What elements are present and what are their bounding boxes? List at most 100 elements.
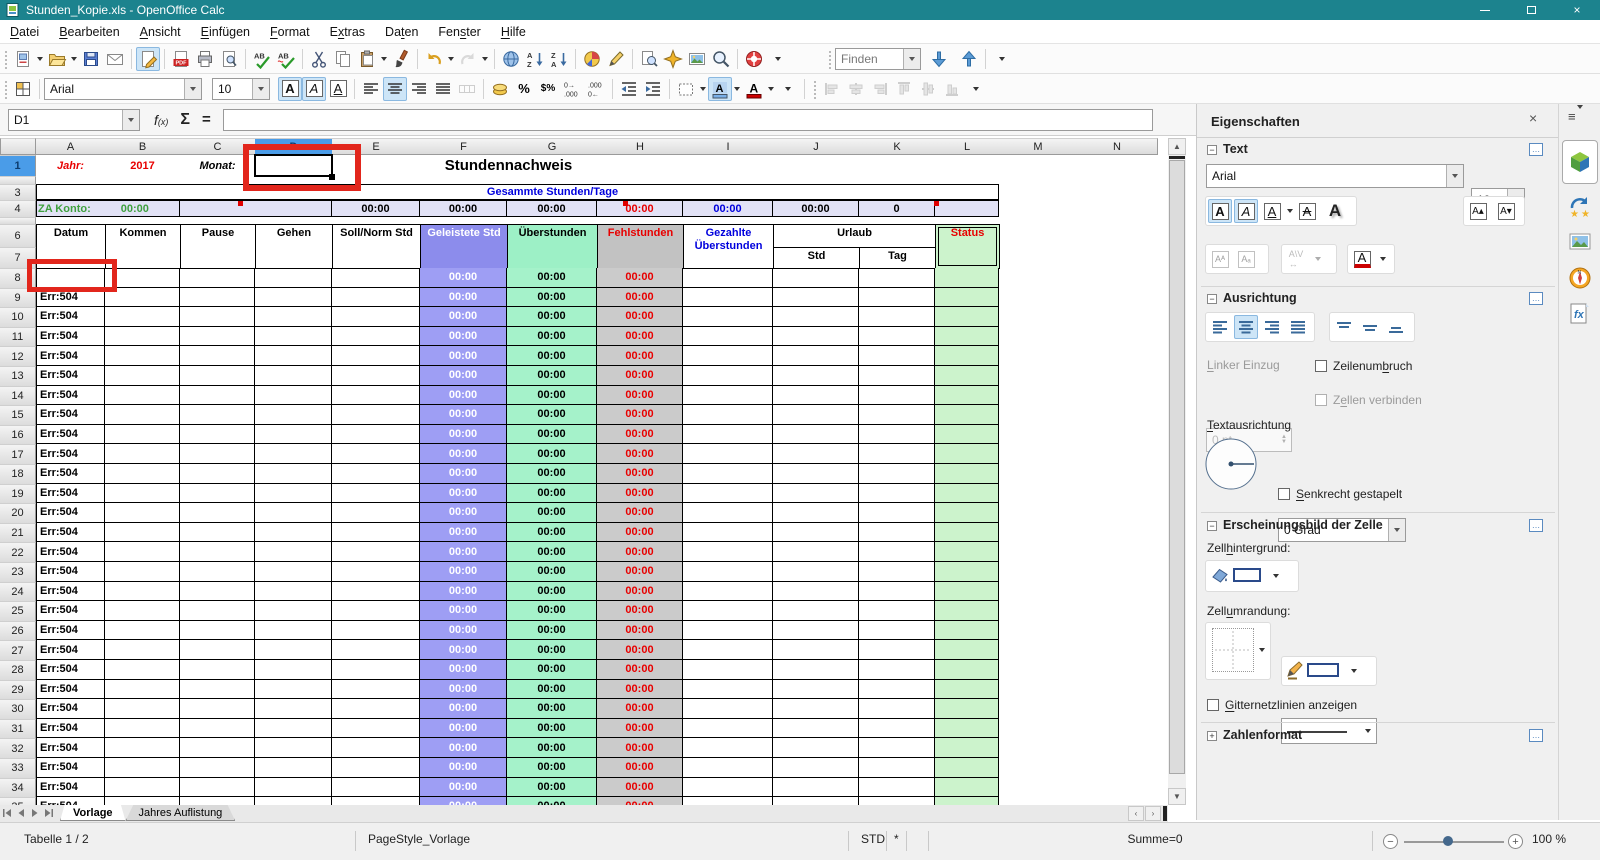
cell-K15[interactable]	[859, 405, 935, 425]
row-header-3[interactable]: 3	[0, 184, 36, 201]
cell-C26[interactable]	[180, 621, 255, 641]
cell-L33[interactable]	[935, 758, 999, 778]
cell-K27[interactable]	[859, 640, 935, 660]
cell-K21[interactable]	[859, 523, 935, 543]
zoom-in-icon[interactable]: +	[1508, 834, 1523, 849]
cell-J16[interactable]	[773, 425, 859, 445]
cell-C30[interactable]	[180, 699, 255, 719]
table-header-geleistete-std[interactable]: Geleistete Std	[420, 224, 508, 269]
cell-D24[interactable]	[255, 582, 332, 602]
cell-F16[interactable]: 00:00	[420, 425, 507, 445]
sidebar-font-color-button[interactable]: A	[1350, 247, 1374, 271]
cell-F21[interactable]: 00:00	[420, 523, 507, 543]
cell-F20[interactable]: 00:00	[420, 503, 507, 523]
cell-A28[interactable]: Err:504	[36, 660, 105, 680]
cell-H10[interactable]: 00:00	[597, 307, 683, 327]
cell-D9[interactable]	[255, 288, 332, 308]
cell-K32[interactable]	[859, 738, 935, 758]
cell-G28[interactable]: 00:00	[507, 660, 597, 680]
row-header-22[interactable]: 22	[0, 542, 36, 563]
cell-C33[interactable]	[180, 758, 255, 778]
align-center-button[interactable]	[383, 77, 407, 101]
scroll-up-icon[interactable]: ▲	[1168, 138, 1186, 155]
row-header-17[interactable]: 17	[0, 444, 36, 465]
cell-B34[interactable]	[105, 778, 180, 798]
cell-H26[interactable]: 00:00	[597, 621, 683, 641]
cell-B35[interactable]	[105, 797, 180, 805]
cell-H33[interactable]: 00:00	[597, 758, 683, 778]
column-header-I[interactable]: I	[683, 138, 774, 155]
cell-L10[interactable]	[935, 307, 999, 327]
cell-E34[interactable]	[332, 778, 420, 798]
cell-B17[interactable]	[105, 444, 180, 464]
cell-K16[interactable]	[859, 425, 935, 445]
cell-J10[interactable]	[773, 307, 859, 327]
next-sheet-icon[interactable]	[28, 805, 42, 820]
format-paintbrush-button[interactable]	[389, 47, 413, 71]
underline-dropdown[interactable]	[1287, 209, 1293, 213]
cell-F15[interactable]: 00:00	[420, 405, 507, 425]
cell-H22[interactable]: 00:00	[597, 542, 683, 562]
cell-H29[interactable]: 00:00	[597, 680, 683, 700]
column-header-J[interactable]: J	[773, 138, 860, 155]
cell-K28[interactable]	[859, 660, 935, 680]
cell-B12[interactable]	[105, 346, 180, 366]
cell-I31[interactable]	[683, 719, 773, 739]
cell-G32[interactable]: 00:00	[507, 738, 597, 758]
cell-K8[interactable]	[859, 268, 935, 288]
redo-dropdown[interactable]	[482, 57, 488, 61]
spellcheck-button[interactable]: AB	[250, 47, 274, 71]
cell-C10[interactable]	[180, 307, 255, 327]
cell-I26[interactable]	[683, 621, 773, 641]
cell-D29[interactable]	[255, 680, 332, 700]
cell-E28[interactable]	[332, 660, 420, 680]
cell-G15[interactable]: 00:00	[507, 405, 597, 425]
zoom-button[interactable]	[709, 47, 733, 71]
cell-D21[interactable]	[255, 523, 332, 543]
cell-E20[interactable]	[332, 503, 420, 523]
font-name-combo[interactable]: Arial	[44, 78, 202, 100]
table-header-gezahlte-berstunden[interactable]: Gezahlte Überstunden	[683, 224, 774, 269]
cell-L30[interactable]	[935, 699, 999, 719]
cell-K10[interactable]	[859, 307, 935, 327]
cell-L31[interactable]	[935, 719, 999, 739]
cell-F17[interactable]: 00:00	[420, 444, 507, 464]
align-object-middle-button[interactable]	[916, 77, 940, 101]
cell-row4-1[interactable]	[180, 200, 332, 217]
cell-J29[interactable]	[773, 680, 859, 700]
cell-D13[interactable]	[255, 366, 332, 386]
cell-L19[interactable]	[935, 484, 999, 504]
row-header-11[interactable]: 11	[0, 327, 36, 348]
help-button[interactable]	[742, 47, 766, 71]
page-preview-button[interactable]	[217, 47, 241, 71]
cell-E29[interactable]	[332, 680, 420, 700]
cell-J35[interactable]	[773, 797, 859, 805]
currency-format-button[interactable]	[488, 77, 512, 101]
cell-G22[interactable]: 00:00	[507, 542, 597, 562]
cell-L32[interactable]	[935, 738, 999, 758]
cell-A30[interactable]: Err:504	[36, 699, 105, 719]
menu-extras[interactable]: Extras	[320, 20, 375, 43]
cell-K35[interactable]	[859, 797, 935, 805]
align-left-button[interactable]	[1208, 315, 1232, 339]
cell-J8[interactable]	[773, 268, 859, 288]
cell-D17[interactable]	[255, 444, 332, 464]
align-object-top-button[interactable]	[892, 77, 916, 101]
cell-L18[interactable]	[935, 464, 999, 484]
cell-E9[interactable]	[332, 288, 420, 308]
cell-I17[interactable]	[683, 444, 773, 464]
row-header-33[interactable]: 33	[0, 758, 36, 779]
print-button[interactable]	[193, 47, 217, 71]
cell-A17[interactable]: Err:504	[36, 444, 105, 464]
font-name-dropdown[interactable]	[184, 79, 201, 99]
find-replace-button[interactable]	[637, 47, 661, 71]
cell-D28[interactable]	[255, 660, 332, 680]
row-header-35[interactable]: 35	[0, 797, 36, 805]
cell-G17[interactable]: 00:00	[507, 444, 597, 464]
cell-H24[interactable]: 00:00	[597, 582, 683, 602]
row-header-20[interactable]: 20	[0, 503, 36, 524]
cell-L16[interactable]	[935, 425, 999, 445]
cell-E15[interactable]	[332, 405, 420, 425]
decrease-font-size-button[interactable]: A▾	[1494, 199, 1518, 223]
cell-C13[interactable]	[180, 366, 255, 386]
